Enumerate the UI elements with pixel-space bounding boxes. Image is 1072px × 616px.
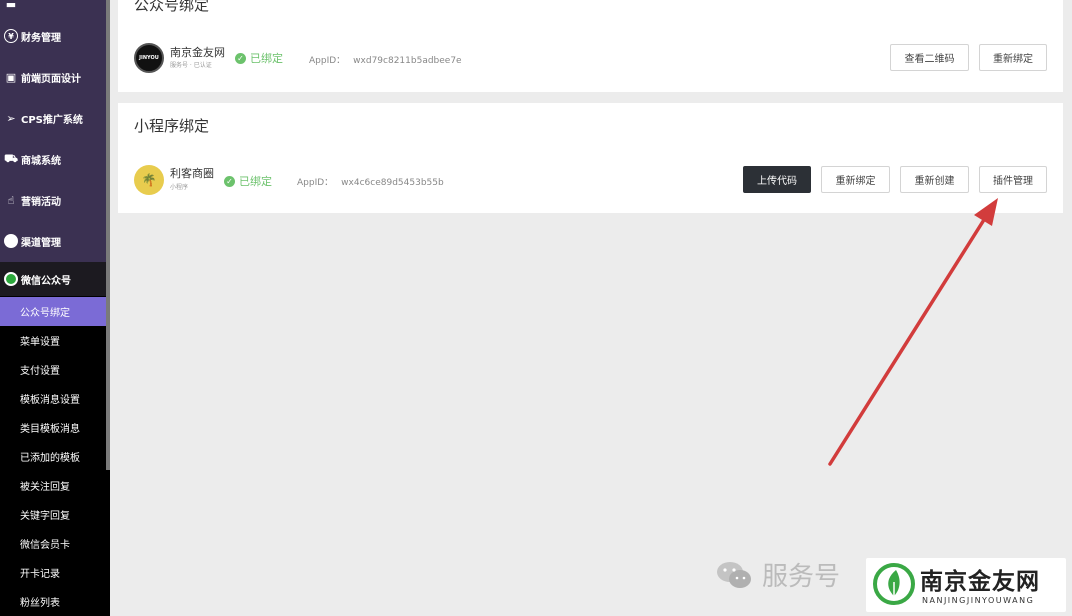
appid-value: wx4c6ce89d5453b55b <box>341 178 444 188</box>
watermark-service: 服务号 <box>716 556 840 593</box>
sidebar-item-label: CPS推广系统 <box>21 114 83 126</box>
sidebar: ▬ ¥ 财务管理 ▣ 前端页面设计 ➢ CPS推广系统 ⛟ 商城系统 ☝ 营销活… <box>0 0 110 616</box>
submenu-label: 粉丝列表 <box>20 598 60 609</box>
wechat-watermark-icon <box>717 561 751 588</box>
check-icon: ✓ <box>224 175 235 187</box>
brand-pinyin: NANJINGJINYOUWANG <box>922 596 1035 605</box>
yen-icon: ¥ <box>4 29 18 43</box>
submenu-label: 已添加的模板 <box>20 453 80 464</box>
mini-program-type: 小程序 <box>170 184 189 191</box>
recreate-button[interactable]: 重新创建 <box>900 166 969 193</box>
submenu-template-message-settings[interactable]: 模板消息设置 <box>0 384 110 413</box>
submenu-label: 菜单设置 <box>20 337 60 348</box>
mini-program-title: 小程序绑定 <box>134 117 210 135</box>
submenu-added-templates[interactable]: 已添加的模板 <box>0 442 110 471</box>
rebind-mini-program-button[interactable]: 重新绑定 <box>821 166 890 193</box>
annotation-arrow <box>828 198 998 466</box>
submenu-keyword-reply[interactable]: 关键字回复 <box>0 500 110 529</box>
sidebar-scrollbar[interactable] <box>106 0 110 470</box>
watermark-text: 服务号 <box>762 562 841 592</box>
submenu-label: 关键字回复 <box>20 511 70 522</box>
submenu-payment-settings[interactable]: 支付设置 <box>0 355 110 384</box>
sidebar-item-mall[interactable]: ⛟ 商城系统 <box>0 139 110 179</box>
account-type: 服务号 · 已认证 <box>170 62 212 69</box>
submenu-label: 模板消息设置 <box>20 395 80 406</box>
appid-row: AppID： wx4c6ce89d5453b55b <box>297 175 444 188</box>
mini-program-avatar: 🌴 <box>134 165 164 195</box>
submenu-account-binding[interactable]: 公众号绑定 <box>0 297 110 326</box>
appid-row: AppID： wxd79c8211b5adbee7e <box>309 53 462 66</box>
submenu-label: 微信会员卡 <box>20 540 70 551</box>
layout-icon: ▣ <box>5 70 17 84</box>
sidebar-item-label: 营销活动 <box>21 196 61 208</box>
appid-label: AppID： <box>297 178 334 188</box>
plugin-management-button[interactable]: 插件管理 <box>979 166 1047 193</box>
dot-icon <box>4 234 18 248</box>
official-account-title: 公众号绑定 <box>134 0 210 14</box>
view-qrcode-button[interactable]: 查看二维码 <box>890 44 969 71</box>
submenu-fans-list[interactable]: 粉丝列表 <box>0 587 110 616</box>
brand-logo: 南京金友网 NANJINGJINYOUWANG <box>866 558 1066 612</box>
mini-program-name: 利客商圈 <box>170 167 214 180</box>
account-avatar: JINYOU <box>134 43 164 73</box>
sidebar-item-cps[interactable]: ➢ CPS推广系统 <box>0 98 110 138</box>
sidebar-item-label: 微信公众号 <box>21 275 71 287</box>
submenu-card-records[interactable]: 开卡记录 <box>0 558 110 587</box>
submenu-label: 支付设置 <box>20 366 60 377</box>
sidebar-item-frontend-design[interactable]: ▣ 前端页面设计 <box>0 57 110 97</box>
appid-value: wxd79c8211b5adbee7e <box>353 56 462 66</box>
hand-icon: ☝ <box>7 193 15 207</box>
submenu-follow-reply[interactable]: 被关注回复 <box>0 471 110 500</box>
appid-label: AppID： <box>309 56 346 66</box>
brand-name: 南京金友网 <box>920 568 1040 595</box>
mini-program-card: 小程序绑定 🌴 利客商圈 小程序 ✓ 已绑定 AppID： wx4c6ce89d5… <box>118 103 1063 213</box>
sidebar-item-label: 商城系统 <box>21 155 61 167</box>
rebind-account-button[interactable]: 重新绑定 <box>979 44 1047 71</box>
send-icon: ➢ <box>6 111 16 125</box>
sidebar-item-label: 渠道管理 <box>21 237 61 249</box>
submenu-label: 被关注回复 <box>20 482 70 493</box>
cart-icon: ⛟ <box>4 151 18 165</box>
submenu-menu-settings[interactable]: 菜单设置 <box>0 326 110 355</box>
menu-icon: ▬ <box>5 0 17 11</box>
wechat-icon <box>4 272 18 286</box>
check-icon: ✓ <box>235 52 246 64</box>
status-badge: ✓ 已绑定 <box>235 50 283 66</box>
leaf-logo-icon <box>873 563 915 605</box>
sidebar-item-wechat[interactable]: 微信公众号 <box>0 262 110 296</box>
status-text: 已绑定 <box>239 175 272 188</box>
sidebar-item-finance[interactable]: ¥ 财务管理 <box>0 16 110 56</box>
status-badge: ✓ 已绑定 <box>224 173 272 189</box>
sidebar-item-label: 前端页面设计 <box>21 73 81 85</box>
submenu-label: 开卡记录 <box>20 569 60 580</box>
upload-code-button[interactable]: 上传代码 <box>743 166 811 193</box>
official-account-card: 公众号绑定 JINYOU 南京金友网 服务号 · 已认证 ✓ 已绑定 AppID… <box>118 0 1063 92</box>
submenu-label: 类目模板消息 <box>20 424 80 435</box>
sidebar-item-label: 财务管理 <box>21 32 61 44</box>
status-text: 已绑定 <box>250 52 283 65</box>
sidebar-item-channel[interactable]: 渠道管理 <box>0 221 110 261</box>
submenu-member-card[interactable]: 微信会员卡 <box>0 529 110 558</box>
submenu-category-template[interactable]: 类目模板消息 <box>0 413 110 442</box>
sidebar-item-marketing[interactable]: ☝ 营销活动 <box>0 180 110 220</box>
submenu-label: 公众号绑定 <box>20 308 70 319</box>
account-name: 南京金友网 <box>170 46 225 59</box>
